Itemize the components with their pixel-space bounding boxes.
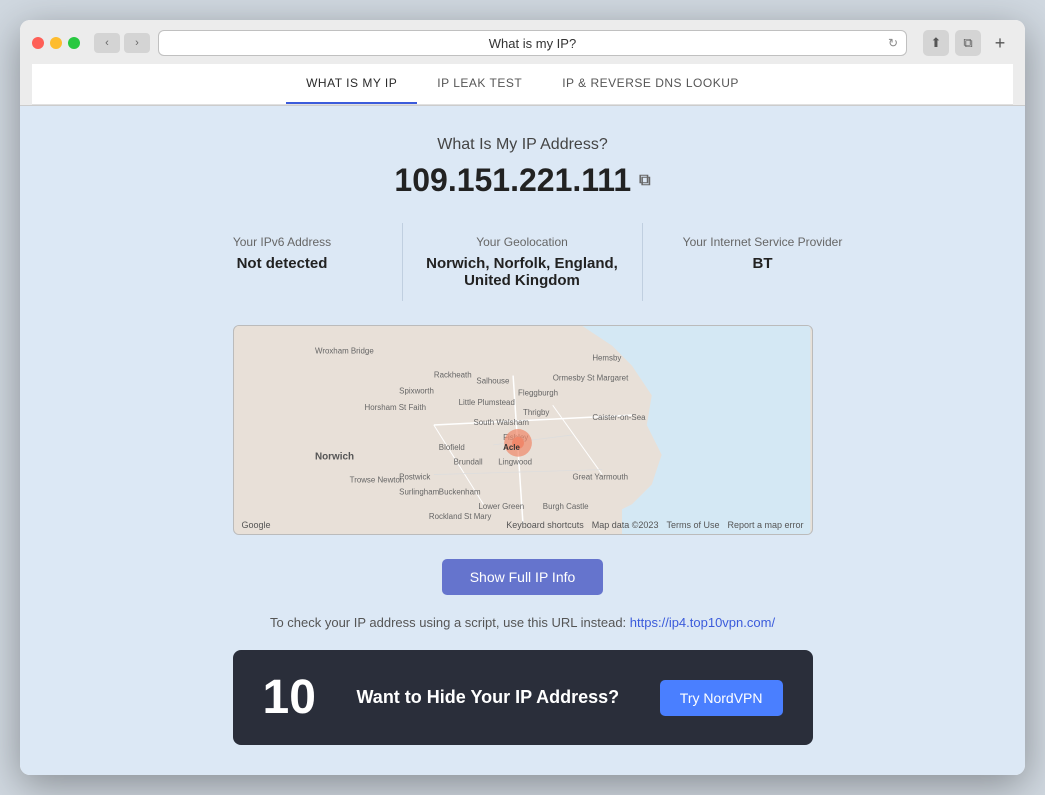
show-ip-button-wrapper: Show Full IP Info	[40, 559, 1005, 595]
svg-text:Surlingham: Surlingham	[399, 487, 439, 496]
main-content: What Is My IP Address? 109.151.221.111 ⧉…	[20, 106, 1025, 775]
terms-link[interactable]: Terms of Use	[666, 520, 719, 530]
svg-text:Great Yarmouth: Great Yarmouth	[572, 473, 628, 482]
script-url-link[interactable]: https://ip4.top10vpn.com/	[630, 615, 775, 630]
svg-text:Little Plumstead: Little Plumstead	[458, 398, 514, 407]
ipv6-value: Not detected	[183, 255, 382, 272]
keyboard-shortcuts-link[interactable]: Keyboard shortcuts	[506, 520, 584, 530]
reload-button[interactable]: ↻	[888, 36, 898, 50]
maximize-button[interactable]	[68, 37, 80, 49]
svg-text:Norwich: Norwich	[315, 452, 354, 463]
script-url-text: To check your IP address using a script,…	[270, 615, 626, 630]
script-url-section: To check your IP address using a script,…	[40, 615, 1005, 630]
geolocation-value: Norwich, Norfolk, England, United Kingdo…	[423, 255, 622, 289]
svg-text:Salhouse: Salhouse	[476, 376, 510, 385]
show-full-ip-button[interactable]: Show Full IP Info	[442, 559, 604, 595]
map-attribution: Google	[242, 520, 271, 530]
map-data-text: Map data ©2023	[592, 520, 659, 530]
ipv6-card: Your IPv6 Address Not detected	[163, 223, 403, 301]
report-error-link[interactable]: Report a map error	[727, 520, 803, 530]
svg-text:Ormesby St Margaret: Ormesby St Margaret	[552, 373, 628, 382]
svg-text:Rackheath: Rackheath	[433, 371, 471, 380]
svg-text:Wroxham Bridge: Wroxham Bridge	[315, 347, 374, 356]
hide-cta-title: Want to Hide Your IP Address?	[356, 687, 619, 708]
svg-text:Burgh Castle: Burgh Castle	[542, 502, 588, 511]
isp-label: Your Internet Service Provider	[663, 235, 863, 249]
traffic-lights	[32, 37, 80, 49]
svg-text:Rockland St Mary: Rockland St Mary	[428, 512, 490, 521]
svg-text:Brundall: Brundall	[453, 458, 482, 467]
back-button[interactable]: ‹	[94, 33, 120, 53]
browser-titlebar: ‹ › What is my IP? ↻ ⬆ ⧉ +	[32, 30, 1013, 56]
address-bar-text: What is my IP?	[489, 36, 576, 51]
nav-buttons: ‹ ›	[94, 33, 150, 53]
tab-what-is-my-ip[interactable]: WHAT IS MY IP	[286, 64, 417, 104]
svg-text:Buckenham: Buckenham	[438, 487, 480, 496]
new-tab-button[interactable]: +	[987, 30, 1013, 56]
isp-card: Your Internet Service Provider BT	[643, 223, 883, 301]
share-button[interactable]: ⬆	[923, 30, 949, 56]
ip-section: What Is My IP Address? 109.151.221.111 ⧉	[40, 136, 1005, 199]
hide-cta-banner: 10 Want to Hide Your IP Address? Try Nor…	[233, 650, 813, 745]
geolocation-label: Your Geolocation	[423, 235, 622, 249]
copy-ip-icon[interactable]: ⧉	[639, 172, 650, 190]
svg-text:Fleggburgh: Fleggburgh	[518, 388, 558, 397]
svg-text:Horsham St Faith: Horsham St Faith	[364, 403, 426, 412]
svg-text:Thrigby: Thrigby	[523, 408, 549, 417]
svg-text:Blofield: Blofield	[438, 443, 464, 452]
svg-text:Spixworth: Spixworth	[399, 386, 434, 395]
browser-chrome: ‹ › What is my IP? ↻ ⬆ ⧉ + WHAT IS MY IP…	[20, 20, 1025, 106]
page-title: What Is My IP Address?	[40, 136, 1005, 154]
svg-text:Trowse Newton: Trowse Newton	[349, 475, 404, 484]
ip-address-display: 109.151.221.111 ⧉	[40, 162, 1005, 199]
tab-ip-leak-test[interactable]: IP LEAK TEST	[417, 64, 542, 104]
browser-actions: ⬆ ⧉ +	[923, 30, 1013, 56]
minimize-button[interactable]	[50, 37, 62, 49]
tab-ip-reverse-dns[interactable]: IP & REVERSE DNS LOOKUP	[542, 64, 759, 104]
map-svg: Norwich Horsham St Faith Spixworth Rackh…	[234, 326, 812, 534]
ip-address-value: 109.151.221.111	[394, 162, 631, 199]
svg-text:Lower Green: Lower Green	[478, 502, 524, 511]
svg-text:Lingwood: Lingwood	[498, 458, 532, 467]
forward-button[interactable]: ›	[124, 33, 150, 53]
map-container[interactable]: Norwich Horsham St Faith Spixworth Rackh…	[233, 325, 813, 535]
svg-text:Caister-on-Sea: Caister-on-Sea	[592, 413, 646, 422]
geolocation-card: Your Geolocation Norwich, Norfolk, Engla…	[403, 223, 643, 301]
map-attribution-right: Keyboard shortcuts Map data ©2023 Terms …	[506, 520, 803, 530]
svg-text:Hemsby: Hemsby	[592, 354, 621, 363]
hide-cta-number: 10	[263, 670, 316, 725]
ipv6-label: Your IPv6 Address	[183, 235, 382, 249]
browser-window: ‹ › What is my IP? ↻ ⬆ ⧉ + WHAT IS MY IP…	[20, 20, 1025, 775]
svg-text:South Walsham: South Walsham	[473, 418, 529, 427]
site-nav: WHAT IS MY IP IP LEAK TEST IP & REVERSE …	[32, 64, 1013, 105]
info-cards: Your IPv6 Address Not detected Your Geol…	[40, 223, 1005, 301]
sidebar-button[interactable]: ⧉	[955, 30, 981, 56]
isp-value: BT	[663, 255, 863, 272]
try-nordvpn-button[interactable]: Try NordVPN	[660, 680, 783, 716]
svg-text:Acle: Acle	[503, 443, 520, 452]
address-bar[interactable]: What is my IP? ↻	[158, 30, 907, 56]
close-button[interactable]	[32, 37, 44, 49]
